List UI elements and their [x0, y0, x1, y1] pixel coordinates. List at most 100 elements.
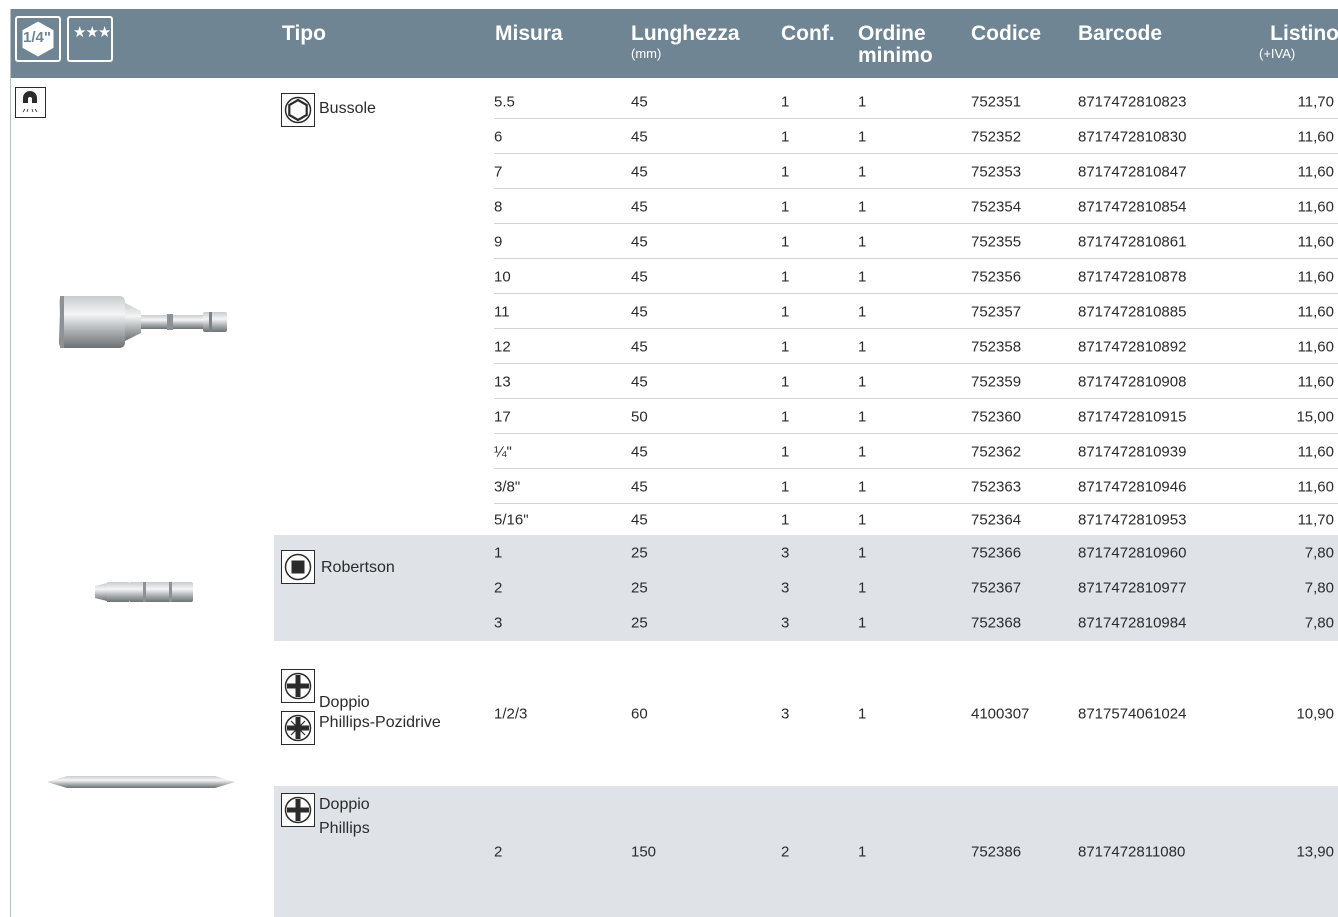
cell-misura: 2 — [494, 579, 503, 596]
tipo-doppio-phillips: Doppio Phillips — [281, 793, 370, 841]
cell-codice: 752364 — [971, 511, 1022, 528]
cell-conf: 1 — [781, 338, 790, 355]
table-row: 1/2/3 60 3 1 4100307 8717574061024 10,90 — [11, 641, 1338, 786]
cell-listino: 11,60 — [1297, 233, 1334, 250]
cell-misura: 3/8" — [494, 478, 521, 495]
cell-listino: 11,60 — [1297, 163, 1334, 180]
cell-codice: 752366 — [971, 544, 1022, 561]
cell-conf: 2 — [781, 843, 790, 860]
tipo-bussole: Bussole — [281, 93, 376, 127]
cell-misura: 5.5 — [494, 93, 515, 110]
cell-lunghezza: 45 — [631, 373, 648, 390]
cell-conf: 1 — [781, 268, 790, 285]
table-row: 8 45 1 1 752354 8717472810854 11,60 — [11, 189, 1338, 224]
table-row: 13 45 1 1 752359 8717472810908 11,60 — [11, 364, 1338, 399]
cell-codice: 4100307 — [971, 705, 1030, 722]
cell-ordine: 1 — [858, 233, 867, 250]
cell-lunghezza: 45 — [631, 478, 648, 495]
cell-lunghezza: 45 — [631, 198, 648, 215]
col-header-listino-label: Listino — [1270, 22, 1338, 45]
cell-listino: 11,60 — [1297, 338, 1334, 355]
cell-ordine: 1 — [858, 338, 867, 355]
cell-barcode: 8717472810854 — [1078, 198, 1187, 215]
cell-ordine: 1 — [858, 163, 867, 180]
cell-listino: 13,90 — [1296, 843, 1334, 860]
cell-listino: 7,80 — [1304, 544, 1334, 561]
square-drive-icon — [281, 550, 315, 584]
product-table-page: 1/4" ★★★ Tipo Misura Lunghezza (mm) Conf… — [10, 9, 1338, 917]
badge-size-label: 1/4" — [23, 29, 51, 46]
cell-lunghezza: 45 — [631, 128, 648, 145]
table-row: 5/16" 45 1 1 752364 8717472810953 11,70 — [11, 504, 1338, 535]
tipo-dp-label: Doppio Phillips — [319, 793, 370, 841]
cell-ordine: 1 — [858, 579, 867, 596]
cell-ordine: 1 — [858, 373, 867, 390]
col-header-listino-unit: (+IVA) — [1259, 46, 1296, 61]
cell-conf: 1 — [781, 443, 790, 460]
cell-lunghezza: 25 — [631, 614, 648, 632]
cell-ordine: 1 — [858, 198, 867, 215]
cell-codice: 752360 — [971, 408, 1022, 425]
cell-barcode: 8717472810823 — [1078, 93, 1187, 110]
cell-barcode: 8717472810861 — [1078, 233, 1187, 250]
tipo-bussole-label: Bussole — [319, 100, 376, 117]
table-row: 3 25 3 1 752368 8717472810984 7,80 — [11, 605, 1338, 641]
cell-barcode: 8717472810960 — [1078, 544, 1187, 561]
cell-conf: 3 — [781, 544, 790, 561]
cell-lunghezza: 45 — [631, 511, 648, 528]
cell-codice: 752351 — [971, 93, 1022, 110]
cell-ordine: 1 — [858, 544, 867, 561]
col-header-listino: Listino (+IVA) — [1219, 22, 1338, 62]
cell-barcode: 8717472810830 — [1078, 128, 1187, 145]
cell-ordine: 1 — [858, 511, 867, 528]
cell-listino: 11,60 — [1297, 443, 1334, 460]
tipo-robertson: Robertson — [281, 550, 395, 584]
tipo-robertson-label: Robertson — [321, 559, 395, 576]
cell-conf: 3 — [781, 614, 790, 632]
col-header-lunghezza-unit: (mm) — [631, 46, 662, 61]
table-row: 1 25 3 1 752366 8717472810960 7,80 — [11, 535, 1338, 570]
cell-barcode: 8717472810878 — [1078, 268, 1187, 285]
cell-ordine: 1 — [858, 128, 867, 145]
cell-misura: 7 — [494, 163, 503, 180]
cell-codice: 752353 — [971, 163, 1022, 180]
cell-barcode: 8717472810939 — [1078, 443, 1187, 460]
table-row: ¼" 45 1 1 752362 8717472810939 11,60 — [11, 434, 1338, 469]
cell-listino: 11,60 — [1297, 373, 1334, 390]
cell-codice: 752367 — [971, 579, 1022, 596]
cell-listino: 10,90 — [1296, 705, 1334, 722]
cell-barcode: 8717472810915 — [1078, 408, 1187, 425]
cell-codice: 752352 — [971, 128, 1022, 145]
cell-misura: 13 — [494, 373, 511, 390]
cell-lunghezza: 150 — [631, 843, 657, 860]
cell-misura: 1 — [494, 544, 503, 561]
cell-ordine: 1 — [858, 93, 867, 110]
cell-lunghezza: 45 — [631, 268, 648, 285]
col-header-codice: Codice — [971, 22, 1042, 45]
table-row: 6 45 1 1 752352 8717472810830 11,60 — [11, 119, 1338, 154]
cell-misura: 17 — [494, 408, 511, 425]
cell-listino: 11,60 — [1297, 198, 1334, 215]
col-header-ordine: Ordine minimo — [858, 23, 933, 67]
cell-listino: 7,80 — [1304, 579, 1334, 596]
cell-barcode: 8717472810847 — [1078, 163, 1187, 180]
cell-misura: 5/16" — [494, 511, 529, 528]
cell-lunghezza: 25 — [631, 579, 648, 596]
table-row: 5.5 45 1 1 752351 8717472810823 11,70 — [11, 84, 1338, 119]
tipo-dp-label-2: Phillips — [319, 820, 370, 837]
cell-barcode: 8717472810953 — [1078, 511, 1187, 528]
cell-codice: 752368 — [971, 614, 1022, 632]
cell-lunghezza: 45 — [631, 93, 648, 110]
cell-ordine: 1 — [858, 705, 867, 722]
cell-misura: 2 — [494, 843, 503, 860]
cell-misura: 8 — [494, 198, 503, 215]
cell-misura: 12 — [494, 338, 511, 355]
cell-misura: 10 — [494, 268, 511, 285]
cell-listino: 11,70 — [1297, 511, 1334, 528]
cell-codice: 752358 — [971, 338, 1022, 355]
cell-barcode: 8717472810908 — [1078, 373, 1187, 390]
robertson-bit-image — [93, 578, 195, 611]
cell-misura: 11 — [494, 303, 510, 320]
cell-conf: 1 — [781, 128, 790, 145]
col-header-tipo: Tipo — [282, 22, 326, 45]
